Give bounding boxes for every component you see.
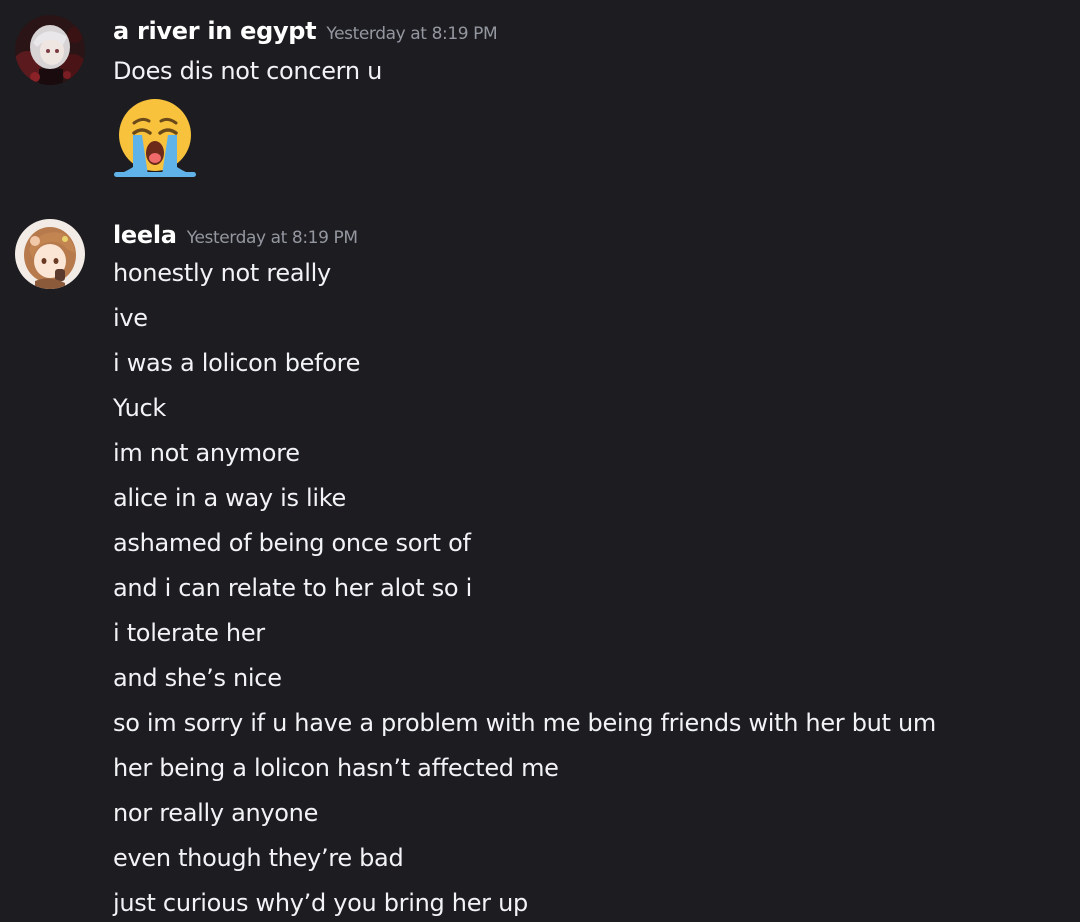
message-text: nor really anyone <box>113 799 319 827</box>
message-text: even though they’re bad <box>113 844 404 872</box>
message-text: i was a lolicon before <box>113 349 361 377</box>
message-text: ive <box>113 304 148 332</box>
username[interactable]: a river in egypt <box>113 17 317 45</box>
username[interactable]: leela <box>113 221 177 249</box>
user-avatar[interactable] <box>15 219 85 289</box>
message-text: ashamed of being once sort of <box>113 529 471 557</box>
message-text: just curious why’d you bring her up <box>113 889 528 917</box>
anime-avatar-brown-hair-icon <box>15 219 85 289</box>
loudly-crying-face-icon[interactable] <box>112 95 198 181</box>
message-header: a river in egypt Yesterday at 8:19 PM <box>113 17 498 45</box>
message-text: Does dis not concern u <box>113 57 382 85</box>
timestamp[interactable]: Yesterday at 8:19 PM <box>326 24 497 44</box>
timestamp[interactable]: Yesterday at 8:19 PM <box>187 228 358 248</box>
message-text: i tolerate her <box>113 619 265 647</box>
message-text: and i can relate to her alot so i <box>113 574 472 602</box>
message-text: honestly not really <box>113 259 331 287</box>
message-text: and she’s nice <box>113 664 282 692</box>
message-text: im not anymore <box>113 439 300 467</box>
message-text: so im sorry if u have a problem with me … <box>113 709 936 737</box>
message-text: her being a lolicon hasn’t affected me <box>113 754 559 782</box>
anime-avatar-white-hair-icon <box>15 15 85 85</box>
message-header: leela Yesterday at 8:19 PM <box>113 221 358 249</box>
user-avatar[interactable] <box>15 15 85 85</box>
message-text: Yuck <box>113 394 167 422</box>
message-text: alice in a way is like <box>113 484 346 512</box>
